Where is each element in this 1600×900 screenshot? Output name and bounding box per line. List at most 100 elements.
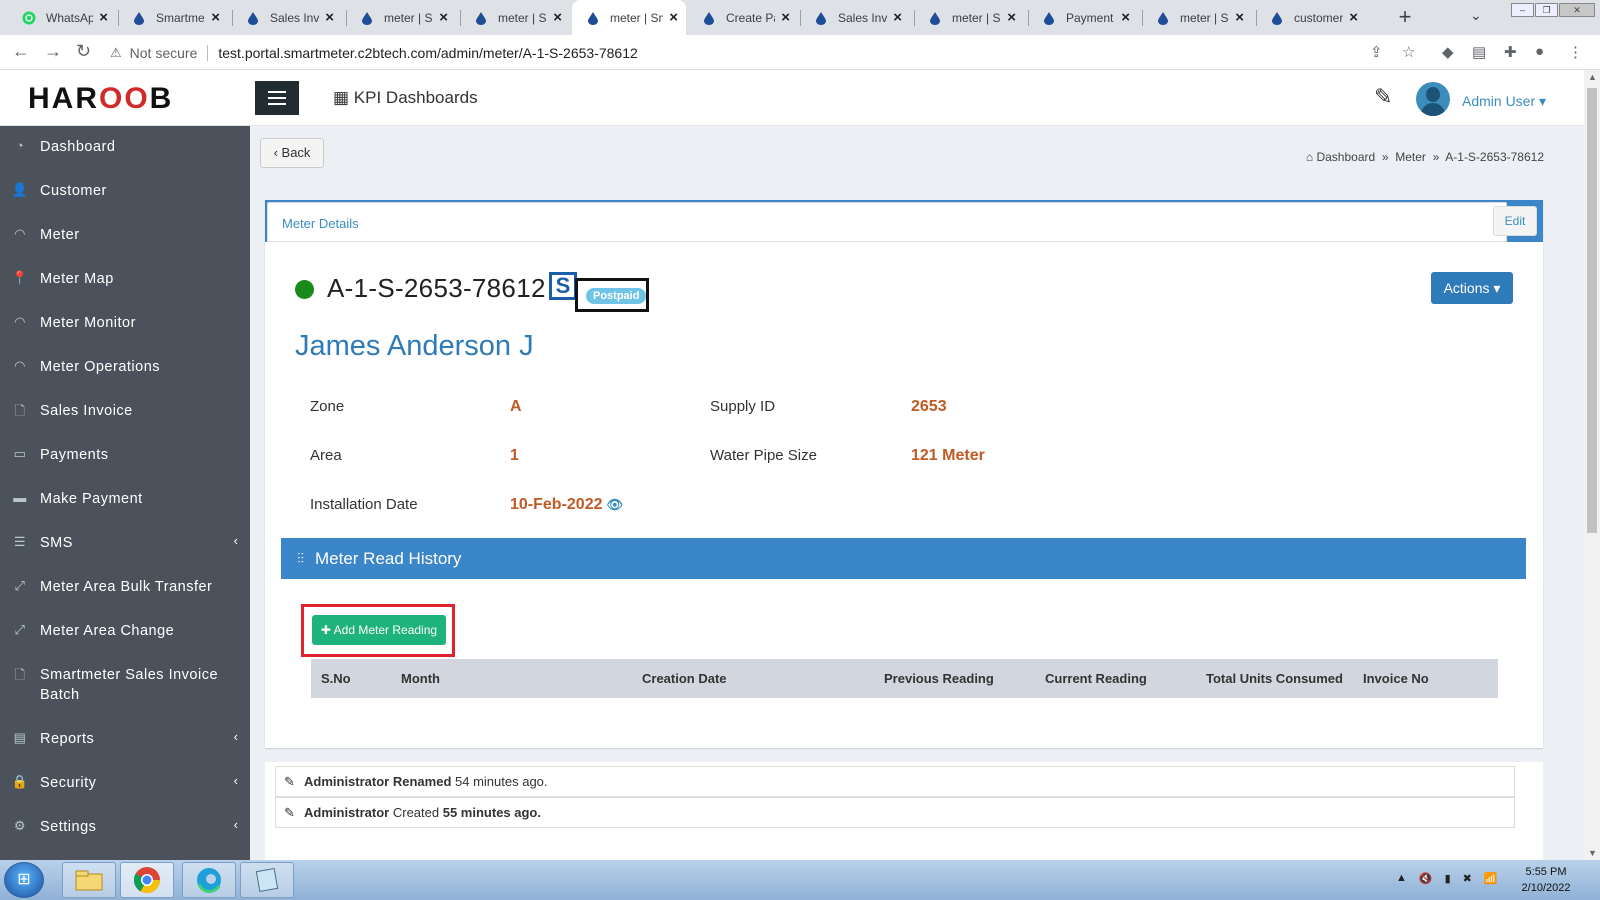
- signal-icon[interactable]: 📶: [1484, 872, 1498, 885]
- col-current-reading[interactable]: Current Reading: [1045, 659, 1147, 698]
- sidebar-item-reports[interactable]: ▤ Reports ‹: [0, 729, 250, 749]
- breadcrumb-meter[interactable]: Meter: [1395, 150, 1426, 164]
- browser-tab[interactable]: Smartmeter×: [118, 0, 228, 35]
- close-tab-icon[interactable]: ×: [325, 9, 334, 26]
- sidebar-item-security[interactable]: 🔒 Security ‹: [0, 773, 250, 793]
- system-tray: ▲ 🔇 ▮ ✖ 📶: [1396, 872, 1498, 885]
- browser-tab[interactable]: meter | Sm×: [460, 0, 570, 35]
- browser-tab-active[interactable]: meter | Sm ×: [572, 0, 686, 35]
- system-clock[interactable]: 5:55 PM 2/10/2022: [1516, 864, 1576, 896]
- close-tab-icon[interactable]: ×: [1349, 9, 1358, 26]
- close-tab-icon[interactable]: ×: [893, 9, 902, 26]
- kpi-dashboards-link[interactable]: ▦ KPI Dashboards: [333, 88, 478, 108]
- reload-icon[interactable]: ↻: [76, 41, 91, 62]
- url-field[interactable]: ⚠ Not secure test.portal.smartmeter.c2bt…: [110, 39, 1425, 66]
- browser-tab[interactable]: Sales Invoice×: [800, 0, 910, 35]
- breadcrumb-dashboard[interactable]: Dashboard: [1316, 150, 1375, 164]
- network-error-icon[interactable]: ✖: [1463, 872, 1472, 885]
- close-tab-icon[interactable]: ×: [99, 9, 108, 26]
- actions-button[interactable]: Actions ▾: [1431, 272, 1513, 304]
- notepad-icon[interactable]: [240, 862, 294, 898]
- gauge-icon: ◠: [14, 226, 26, 241]
- sliders-icon: ⫶⫶: [297, 550, 304, 566]
- close-tab-icon[interactable]: ×: [439, 9, 448, 26]
- col-invoice-no[interactable]: Invoice No: [1363, 659, 1429, 698]
- add-meter-reading-button[interactable]: ✚ Add Meter Reading: [312, 615, 446, 645]
- sidebar-item-settings[interactable]: ⚙ Settings ‹: [0, 817, 250, 837]
- chrome-icon[interactable]: [120, 862, 174, 898]
- close-tab-icon[interactable]: ×: [211, 9, 220, 26]
- col-creation-date[interactable]: Creation Date: [642, 659, 727, 698]
- close-tab-icon[interactable]: ×: [1235, 9, 1244, 26]
- sidebar-item-meter[interactable]: ◠ Meter: [0, 225, 250, 245]
- customer-name[interactable]: James Anderson J: [295, 330, 534, 363]
- eye-icon[interactable]: 👁: [607, 497, 624, 512]
- back-button[interactable]: ‹ Back: [260, 138, 324, 168]
- harcob-logo[interactable]: HAROOB: [28, 82, 173, 116]
- share-icon[interactable]: ⇪: [1370, 43, 1383, 61]
- back-arrow-icon[interactable]: ←: [12, 41, 30, 62]
- browser-tab[interactable]: Create Pay×: [688, 0, 798, 35]
- tab-meter-operations[interactable]: Meter Operations: [611, 200, 719, 242]
- sidebar-item-sms[interactable]: ☰ SMS ‹: [0, 533, 250, 553]
- col-previous-reading[interactable]: Previous Reading: [884, 659, 994, 698]
- close-tab-icon[interactable]: ×: [553, 9, 562, 26]
- edge-icon[interactable]: [182, 862, 236, 898]
- sidebar-item-dashboard[interactable]: ◔ Dashboard: [0, 137, 250, 157]
- kebab-menu-icon[interactable]: ⋮: [1568, 43, 1583, 61]
- new-tab-icon[interactable]: +: [1393, 4, 1417, 30]
- sidebar-item-payments[interactable]: ▭ Payments: [0, 445, 250, 465]
- bookmark-star-icon[interactable]: ☆: [1402, 43, 1415, 61]
- sidebar-item-meter-area-bulk-transfer[interactable]: ⤢ Meter Area Bulk Transfer: [0, 577, 250, 597]
- battery-icon[interactable]: ▮: [1445, 872, 1451, 885]
- file-explorer-icon[interactable]: [62, 862, 116, 898]
- window-close-icon[interactable]: ✕: [1559, 3, 1595, 17]
- forward-arrow-icon[interactable]: →: [44, 41, 62, 62]
- browser-tab[interactable]: meter | Sm×: [1142, 0, 1252, 35]
- col-month[interactable]: Month: [401, 659, 440, 698]
- browser-tab[interactable]: customer ×: [1256, 0, 1366, 35]
- restore-icon[interactable]: ❐: [1535, 3, 1558, 17]
- puzzle-icon[interactable]: ✚: [1504, 43, 1517, 61]
- windows-start-icon[interactable]: ⊞: [4, 862, 44, 898]
- sidebar-item-make-payment[interactable]: ▬ Make Payment: [0, 489, 250, 509]
- warning-icon[interactable]: ⚠: [110, 45, 122, 61]
- page-scrollbar[interactable]: ▲ ▼: [1584, 70, 1600, 860]
- browser-tab[interactable]: Payment ×: [1028, 0, 1138, 35]
- scroll-thumb[interactable]: [1587, 88, 1597, 533]
- scroll-up-icon[interactable]: ▲: [1588, 72, 1597, 82]
- extension-shield-icon[interactable]: ◆: [1442, 43, 1454, 61]
- volume-muted-icon[interactable]: 🔇: [1419, 872, 1433, 885]
- sidebar-item-customer[interactable]: 👤 Customer: [0, 181, 250, 201]
- tab-search-icon[interactable]: ⌄: [1470, 7, 1482, 24]
- tab-meter-events[interactable]: Meter Events: [880, 200, 962, 242]
- minimize-icon[interactable]: –: [1511, 3, 1534, 17]
- profile-icon[interactable]: ●: [1535, 43, 1544, 60]
- user-menu[interactable]: Admin User ▾: [1462, 93, 1546, 110]
- close-tab-icon[interactable]: ×: [669, 9, 678, 26]
- browser-tab[interactable]: WhatsApp×: [8, 0, 116, 35]
- close-tab-icon[interactable]: ×: [781, 9, 790, 26]
- tab-meter-readings[interactable]: Meter Readings: [752, 200, 851, 242]
- browser-tab[interactable]: meter | Sm×: [346, 0, 456, 35]
- scroll-down-icon[interactable]: ▼: [1588, 848, 1597, 858]
- clipboard-icon[interactable]: ▤: [1472, 43, 1486, 61]
- sidebar-item-sales-invoice-batch[interactable]: 🗋 Smartmeter Sales Invoice Batch: [0, 665, 250, 705]
- sidebar-item-sales-invoice[interactable]: 🗋 Sales Invoice: [0, 401, 250, 424]
- close-tab-icon[interactable]: ×: [1121, 9, 1130, 26]
- edit-button[interactable]: Edit: [1493, 206, 1537, 236]
- browser-tab[interactable]: Sales Invoice×: [232, 0, 342, 35]
- close-tab-icon[interactable]: ×: [1007, 9, 1016, 26]
- ticket-icon[interactable]: ✎: [1374, 84, 1392, 110]
- browser-tab[interactable]: meter | Sm×: [914, 0, 1024, 35]
- sidebar-item-meter-map[interactable]: 📍 Meter Map: [0, 269, 250, 289]
- avatar[interactable]: [1416, 82, 1450, 116]
- col-total-units[interactable]: Total Units Consumed: [1206, 659, 1343, 698]
- sidebar-item-meter-operations[interactable]: ◠ Meter Operations: [0, 357, 250, 377]
- tab-customer-connection-history[interactable]: Customer Connection History: [397, 200, 580, 242]
- sidebar-item-meter-monitor[interactable]: ◠ Meter Monitor: [0, 313, 250, 333]
- show-hidden-icons-icon[interactable]: ▲: [1396, 872, 1407, 885]
- sidebar-item-meter-area-change[interactable]: ⤢ Meter Area Change: [0, 621, 250, 641]
- col-sno[interactable]: S.No: [321, 659, 351, 698]
- menu-toggle-button[interactable]: [255, 81, 299, 115]
